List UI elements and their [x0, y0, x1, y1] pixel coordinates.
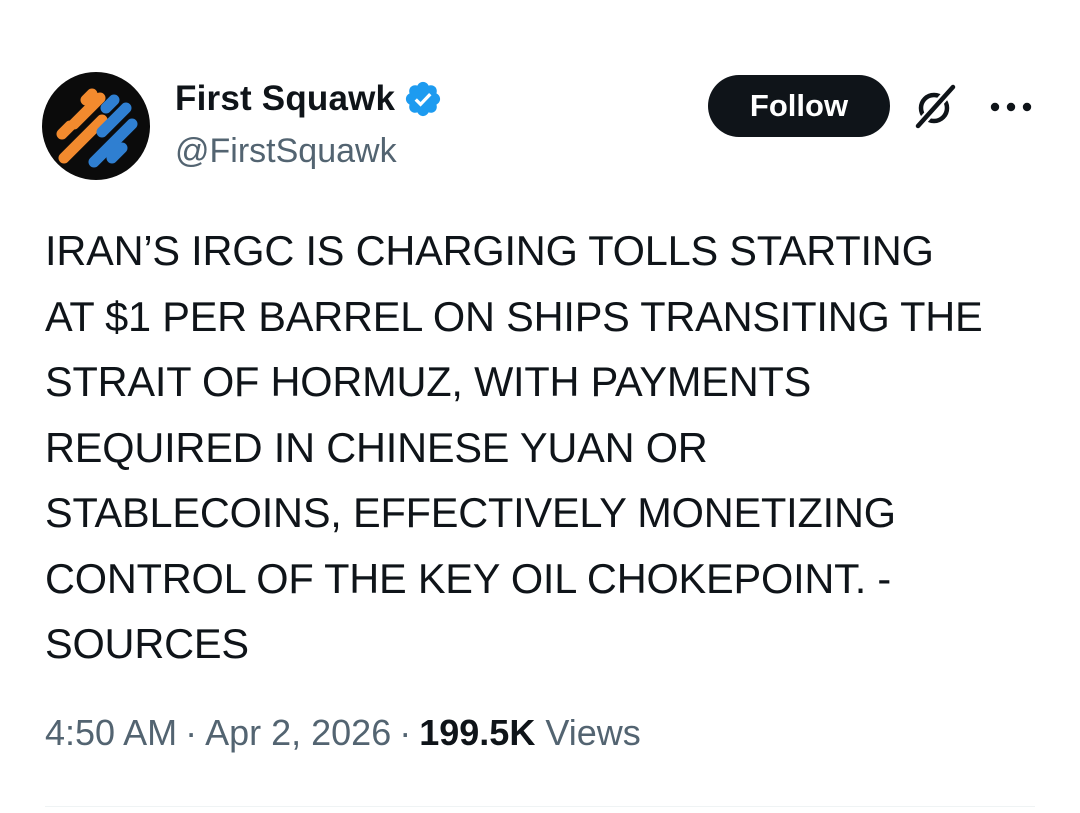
more-options-icon[interactable]	[987, 92, 1037, 122]
display-name-row: First Squawk	[175, 76, 443, 122]
tweet-header: First Squawk @FirstSquawk Follow	[42, 70, 1042, 182]
views-count: 199.5K	[419, 712, 536, 753]
meta-separator: ·	[185, 712, 198, 753]
tweet-date[interactable]: Apr 2, 2026	[205, 712, 391, 753]
display-name[interactable]: First Squawk	[175, 79, 395, 119]
grok-icon[interactable]	[910, 82, 960, 132]
views-label: Views	[545, 712, 641, 753]
verified-badge-icon[interactable]	[403, 79, 443, 119]
divider	[45, 806, 1035, 807]
tweet-card: First Squawk @FirstSquawk Follow IRAN’S …	[0, 0, 1080, 813]
tweet-metadata: 4:50 AM · Apr 2, 2026 · 199.5K Views	[45, 712, 641, 754]
tweet-time[interactable]: 4:50 AM	[45, 712, 177, 753]
meta-separator: ·	[399, 712, 412, 753]
first-squawk-logo-icon	[56, 88, 138, 168]
author-info: First Squawk @FirstSquawk	[175, 76, 443, 171]
author-handle[interactable]: @FirstSquawk	[175, 132, 443, 171]
follow-button[interactable]: Follow	[708, 75, 890, 137]
avatar[interactable]	[42, 72, 150, 180]
tweet-text: IRAN’S IRGC IS CHARGING TOLLS STARTING A…	[45, 227, 983, 667]
